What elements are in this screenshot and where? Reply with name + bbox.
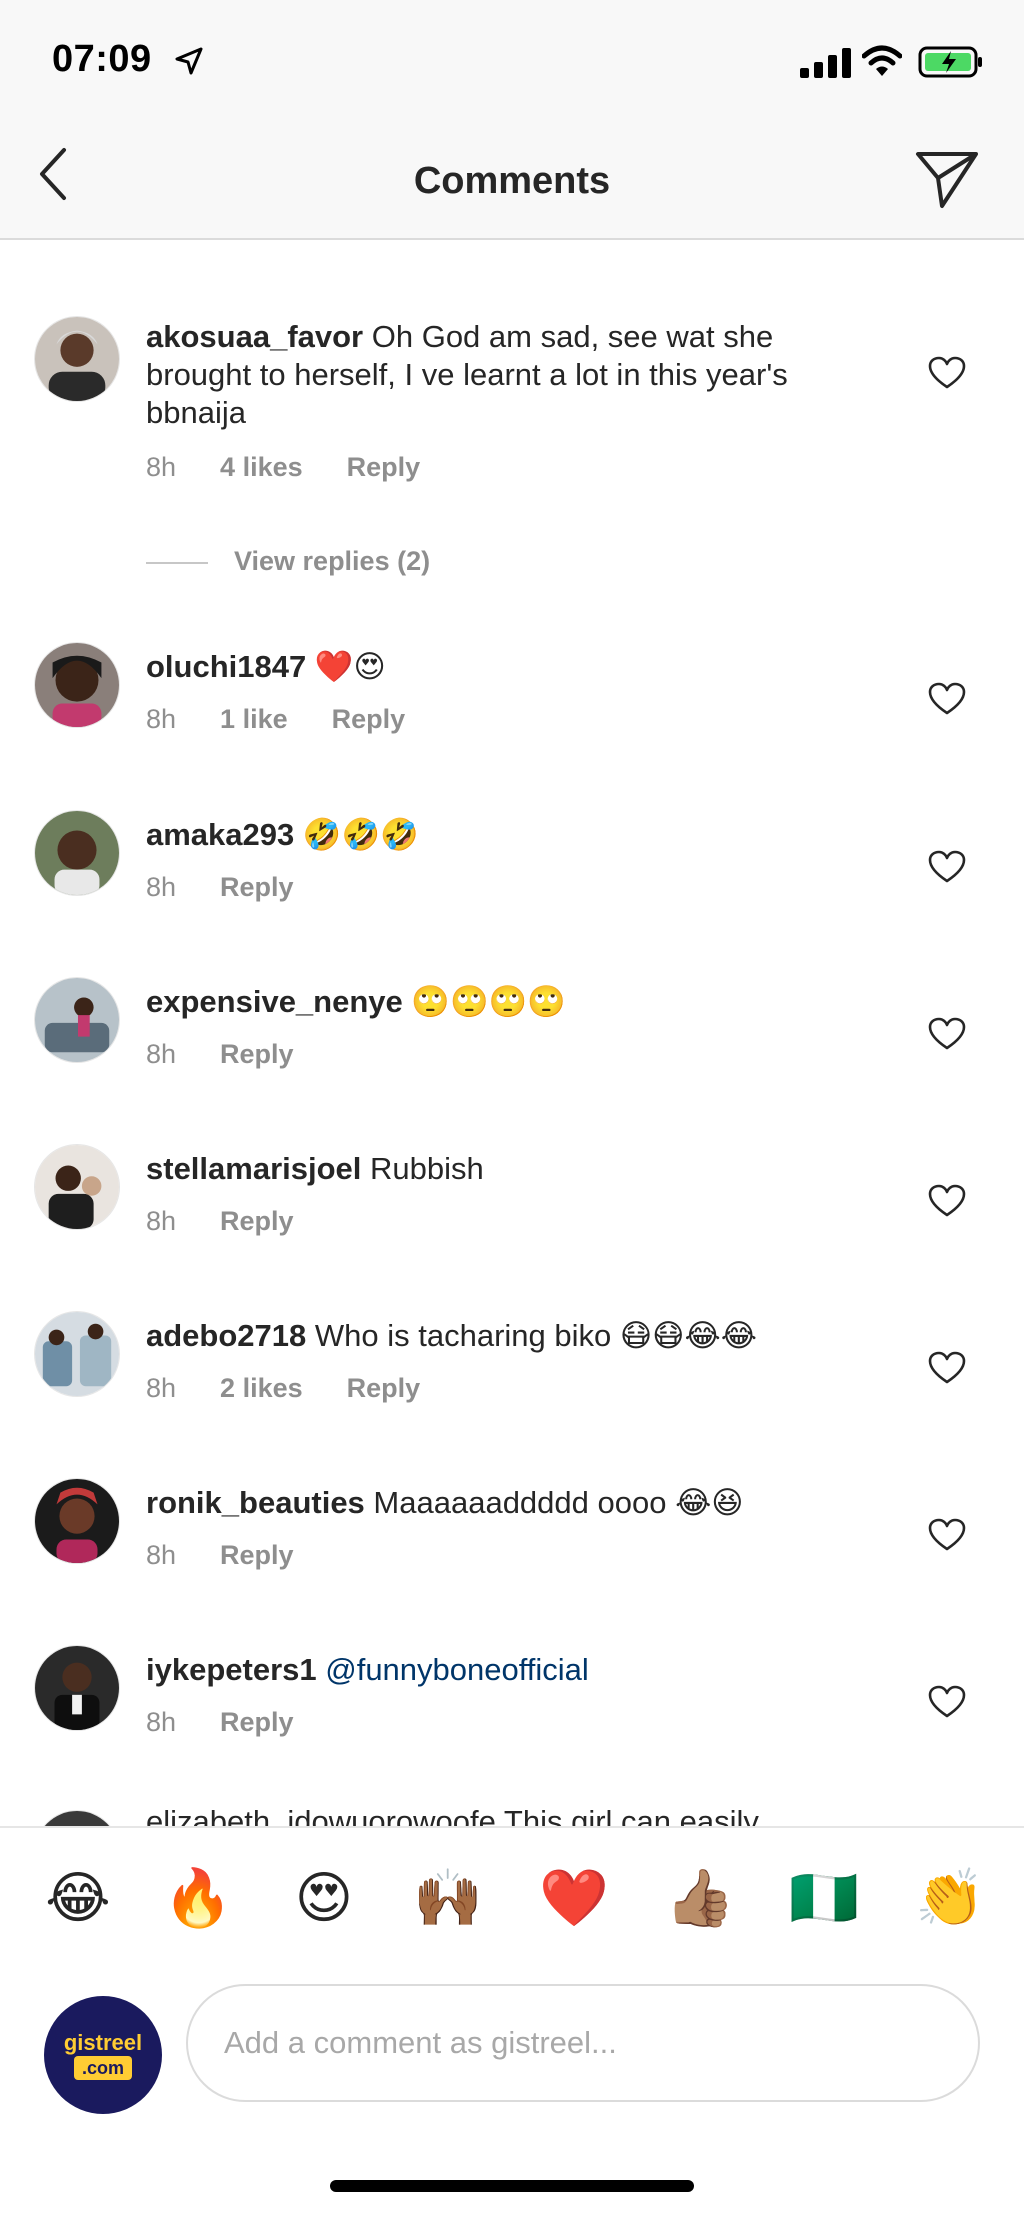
avatar[interactable] [34, 1144, 120, 1230]
comment-text-partial: elizabeth_idowuorowoofe This girl can ea… [146, 1804, 759, 1826]
emoji-heart-eyes[interactable]: 😍 [286, 1866, 362, 1930]
emoji-quick-bar: 😂 🔥 😍 🙌🏾 ❤️ 👍🏽 🇳🇬 👏 [0, 1826, 1024, 1966]
reply-button[interactable]: Reply [347, 452, 421, 482]
wifi-icon [862, 45, 902, 76]
comment-text: Maaaaaaddddd oooo 😂😆 [364, 1485, 744, 1520]
signal-icon [800, 48, 851, 78]
emoji-raised-hands[interactable]: 🙌🏾 [410, 1866, 486, 1930]
comment-mention-link[interactable]: @funnyboneofficial [317, 1652, 589, 1687]
like-heart-icon[interactable] [928, 850, 966, 884]
comment-username[interactable]: stellamarisjoel [146, 1151, 361, 1186]
comment-username[interactable]: akosuaa_favor [146, 319, 363, 354]
reply-button[interactable]: Reply [220, 1039, 294, 1069]
view-replies-button[interactable]: View replies (2) [146, 546, 430, 577]
comment-meta: 8h Reply [146, 1707, 338, 1738]
avatar[interactable] [34, 977, 120, 1063]
comment-time: 8h [146, 1039, 177, 1069]
location-arrow-icon [175, 47, 203, 75]
comment-time: 8h [146, 1707, 177, 1737]
comment-time: 8h [146, 704, 177, 734]
reply-button[interactable]: Reply [332, 704, 406, 734]
comment-username[interactable]: adebo2718 [146, 1318, 306, 1353]
comment-meta: 8h Reply [146, 1540, 338, 1571]
avatar[interactable] [34, 1478, 120, 1564]
emoji-clapping-hands[interactable]: 👏 [912, 1866, 988, 1930]
page-title: Comments [413, 160, 611, 202]
emoji-fire[interactable]: 🔥 [160, 1866, 236, 1930]
comment-meta: 8h 2 likes Reply [146, 1373, 464, 1404]
like-heart-icon[interactable] [928, 356, 966, 390]
reply-button[interactable]: Reply [220, 1540, 294, 1570]
comment-time: 8h [146, 1206, 177, 1236]
comment-username[interactable]: amaka293 [146, 817, 294, 852]
avatar[interactable] [34, 810, 120, 896]
reply-button[interactable]: Reply [347, 1373, 421, 1403]
top-bar: 07:09 Comments [0, 0, 1024, 240]
comment-time: 8h [146, 1373, 177, 1403]
send-direct-icon[interactable] [912, 148, 982, 210]
comment-text: Rubbish [361, 1151, 484, 1186]
battery-icon [918, 46, 982, 78]
comment-meta: 8h 4 likes Reply [146, 452, 464, 483]
like-heart-icon[interactable] [928, 682, 966, 716]
comment-likes[interactable]: 1 like [220, 704, 288, 734]
comment-text: 🤣🤣🤣 [294, 817, 419, 852]
comment-text: ❤️😍 [306, 649, 386, 684]
reply-button[interactable]: Reply [220, 1206, 294, 1236]
comment-username[interactable]: oluchi1847 [146, 649, 306, 684]
like-heart-icon[interactable] [928, 1351, 966, 1385]
status-time: 07:09 [52, 38, 152, 80]
like-heart-icon[interactable] [928, 1017, 966, 1051]
reply-button[interactable]: Reply [220, 1707, 294, 1737]
comment-time: 8h [146, 872, 177, 902]
comment-meta: 8h Reply [146, 1206, 338, 1237]
home-indicator[interactable] [330, 2180, 694, 2192]
like-heart-icon[interactable] [928, 1518, 966, 1552]
comment-text: 🙄🙄🙄🙄 [402, 984, 566, 1019]
like-heart-icon[interactable] [928, 1685, 966, 1719]
comments-list[interactable]: akosuaa_favor Oh God am sad, see wat she… [0, 242, 1024, 1826]
avatar[interactable] [34, 642, 120, 728]
comment-text: Who is tacharing biko 😷😷😂😂 [306, 1318, 757, 1353]
comment-likes[interactable]: 2 likes [220, 1373, 303, 1403]
comment-time: 8h [146, 452, 177, 482]
comment-username[interactable]: ronik_beauties [146, 1485, 365, 1520]
comment-username[interactable]: expensive_nenye [146, 984, 403, 1019]
avatar-logo-text: gistreel [63, 2030, 143, 2055]
comment-meta: 8h Reply [146, 872, 338, 903]
avatar-logo-suffix: .com [74, 2056, 132, 2080]
comment-username[interactable]: iykepeters1 [146, 1652, 317, 1687]
avatar[interactable] [34, 1311, 120, 1397]
like-heart-icon[interactable] [928, 1184, 966, 1218]
avatar[interactable] [34, 1810, 120, 1826]
emoji-nigeria-flag[interactable]: 🇳🇬 [786, 1866, 862, 1930]
comment-input[interactable] [186, 1984, 980, 2102]
comment-time: 8h [146, 1540, 177, 1570]
comment-meta: 8h 1 like Reply [146, 704, 449, 735]
avatar[interactable] [34, 316, 120, 402]
emoji-red-heart[interactable]: ❤️ [536, 1866, 612, 1930]
avatar[interactable] [34, 1645, 120, 1731]
reply-button[interactable]: Reply [220, 872, 294, 902]
current-user-avatar[interactable]: gistreel .com [44, 1996, 162, 2114]
comment-likes[interactable]: 4 likes [220, 452, 303, 482]
comment-meta: 8h Reply [146, 1039, 338, 1070]
emoji-thumbs-up[interactable]: 👍🏽 [662, 1866, 738, 1930]
emoji-joy[interactable]: 😂 [40, 1866, 116, 1930]
